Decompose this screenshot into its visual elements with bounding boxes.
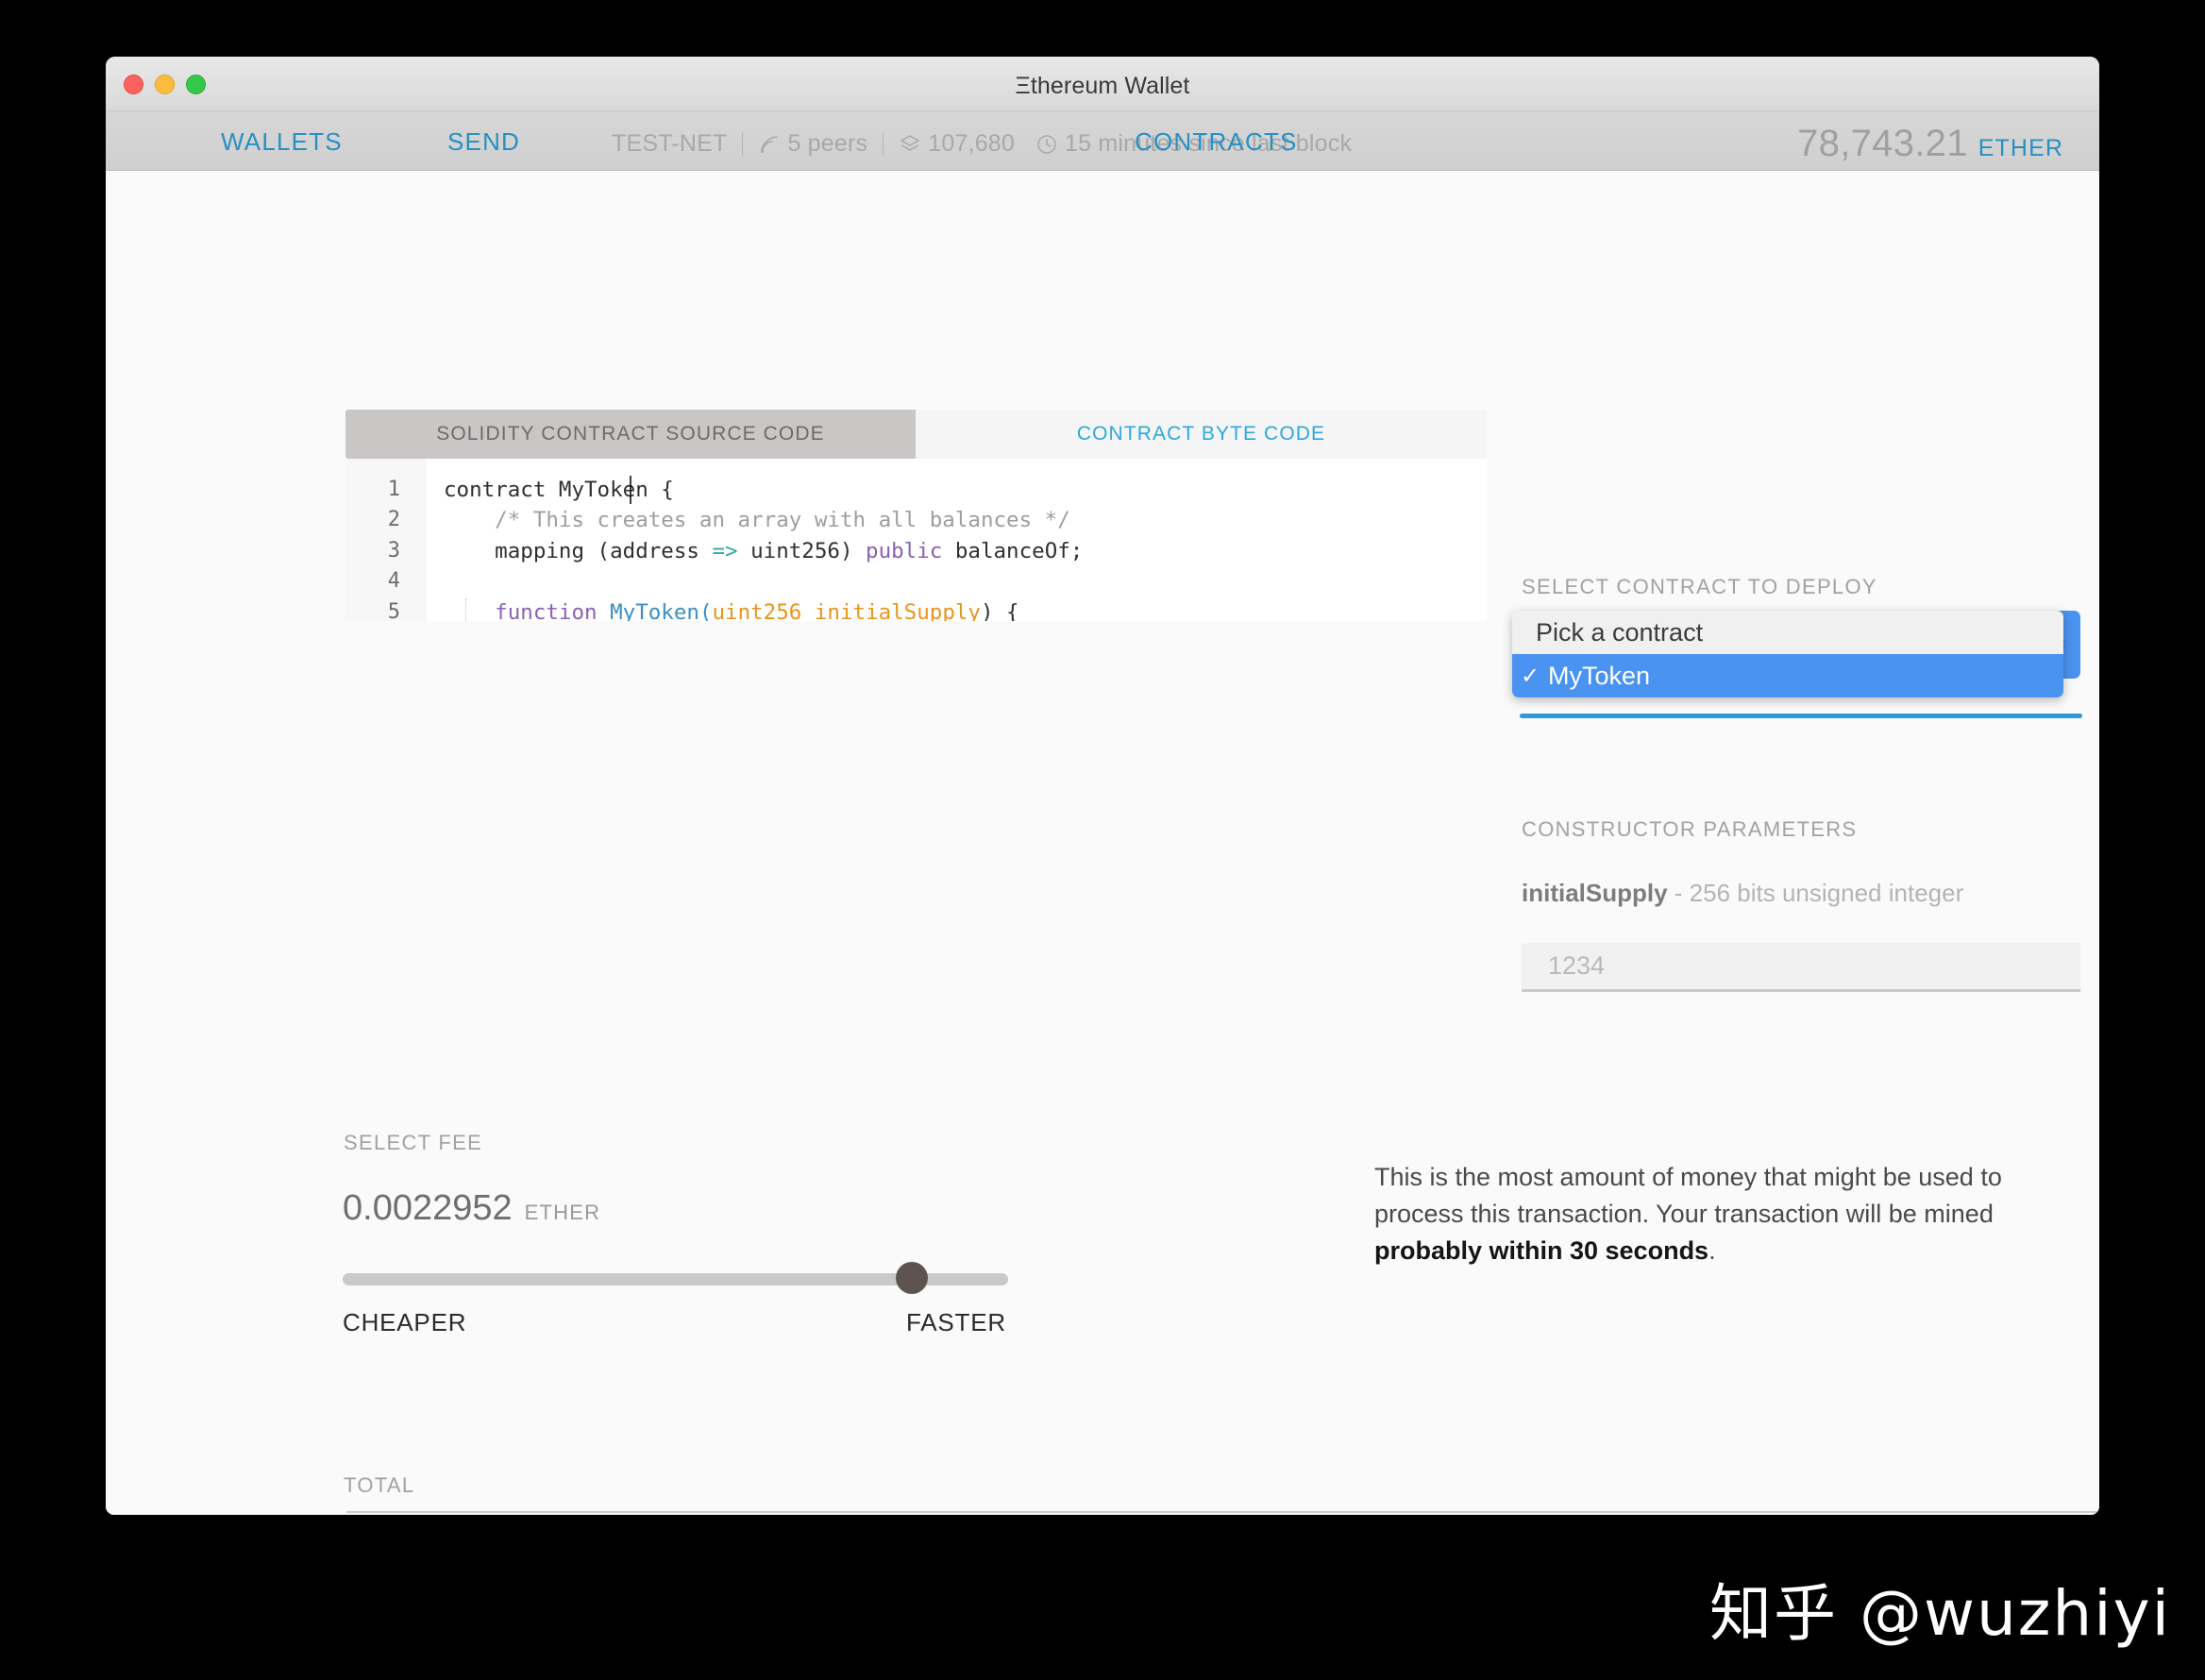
code-parameter: uint256 initialSupply (712, 599, 981, 621)
nav-item-send[interactable]: SEND (447, 127, 520, 157)
line-number: 2 (387, 508, 400, 532)
clock-icon (1035, 133, 1058, 156)
block-number-label: 107,680 (928, 130, 1016, 157)
code-tab-bar: SOLIDITY CONTRACT SOURCE CODE CONTRACT B… (345, 410, 1487, 459)
dropdown-option-label: Pick a contract (1536, 617, 1704, 647)
input-placeholder: 1234 (1548, 951, 1606, 980)
code-text: uint256) (737, 538, 867, 563)
window-titlebar: Ξthereum Wallet (106, 57, 2099, 111)
fee-unit: ETHER (524, 1201, 601, 1224)
dropdown-option-pick-a-contract[interactable]: Pick a contract (1512, 611, 2063, 654)
screenshot-root: Ξthereum Wallet WALLETS SEND TEST-NET 5 … (0, 0, 2205, 1680)
code-text: contract MyToken { (444, 478, 674, 502)
fee-slider[interactable] (343, 1262, 1008, 1294)
peers-count-label: 5 peers (787, 130, 868, 157)
nav-item-wallets[interactable]: WALLETS (221, 127, 343, 157)
code-text: mapping (address (444, 538, 713, 563)
select-contract-label: SELECT CONTRACT TO DEPLOY (1522, 575, 1877, 598)
indent-guide (465, 598, 467, 621)
layers-icon (899, 133, 921, 156)
code-text: ) { (980, 599, 1019, 621)
fee-explanation-part2: . (1708, 1236, 1716, 1265)
total-label: TOTAL (344, 1473, 415, 1497)
code-line-2: /* This creates an array with all balanc… (444, 508, 1070, 533)
code-text: ( (699, 599, 713, 621)
peers-status: 5 peers (758, 130, 867, 158)
account-balance: 78,743.21 ETHER (1797, 123, 2063, 165)
initial-supply-input[interactable]: 1234 (1522, 943, 2080, 992)
main-navbar: WALLETS SEND TEST-NET 5 peers 107,680 15… (106, 111, 2099, 171)
code-text: balanceOf; (942, 538, 1084, 563)
contract-dropdown-menu[interactable]: Pick a contract ✓ MyToken (1512, 611, 2063, 697)
status-divider-2 (883, 131, 884, 157)
tab-contract-byte-code[interactable]: CONTRACT BYTE CODE (916, 410, 1487, 459)
line-number: 1 (387, 478, 400, 501)
slider-label-faster: FASTER (906, 1308, 1006, 1336)
parameter-type: - 256 bits unsigned integer (1667, 879, 1964, 907)
text-caret (630, 476, 631, 504)
network-name-label: TEST-NET (612, 130, 728, 157)
solidity-code-editor[interactable]: 1 2 3 4 5 6 7 8 contract MyToken { /* Th… (345, 459, 1487, 621)
code-operator: => (712, 538, 738, 563)
parameter-name: initialSupply (1522, 879, 1668, 907)
fee-explanation-part1: This is the most amount of money that mi… (1374, 1163, 2002, 1228)
dropdown-option-label: MyToken (1548, 661, 1651, 690)
line-number: 5 (387, 599, 400, 621)
wifi-icon (758, 133, 781, 156)
code-line-3: mapping (address => uint256) public bala… (444, 536, 1487, 566)
fee-amount-display: 0.0022952 ETHER (343, 1188, 600, 1229)
code-line-1: contract MyToken { (444, 475, 1487, 505)
tab-solidity-source-code[interactable]: SOLIDITY CONTRACT SOURCE CODE (345, 410, 916, 459)
balance-unit: ETHER (1978, 135, 2063, 161)
select-focus-underline (1520, 714, 2082, 718)
select-fee-label: SELECT FEE (344, 1131, 483, 1154)
code-keyword: public (866, 538, 943, 563)
content-bottom-divider (346, 1511, 2099, 1513)
code-keyword: function (444, 599, 611, 621)
fee-explanation-text: This is the most amount of money that mi… (1374, 1159, 2063, 1269)
line-number: 3 (387, 538, 400, 563)
status-divider (742, 131, 744, 157)
fee-explanation-bold: probably within 30 seconds (1374, 1236, 1709, 1265)
constructor-parameters-label: CONSTRUCTOR PARAMETERS (1522, 817, 1858, 841)
dropdown-option-mytoken[interactable]: ✓ MyToken (1512, 654, 2063, 697)
code-function-name: MyToken (610, 599, 699, 621)
slider-label-cheaper: CHEAPER (343, 1308, 467, 1336)
watermark: 知乎 @wuzhiyi (1709, 1577, 2171, 1650)
parameter-description: initialSupply - 256 bits unsigned intege… (1522, 879, 1963, 908)
nav-item-contracts[interactable]: CONTRACTS (1135, 127, 1298, 157)
code-line-5: function MyToken(uint256 initialSupply) … (444, 597, 1487, 621)
editor-line-number-gutter: 1 2 3 4 5 6 7 8 (345, 459, 427, 621)
line-number: 4 (387, 569, 400, 594)
fee-slider-thumb[interactable] (896, 1262, 928, 1294)
window-title: Ξthereum Wallet (1015, 73, 1190, 99)
ethereum-wallet-window: Ξthereum Wallet WALLETS SEND TEST-NET 5 … (106, 57, 2099, 1515)
balance-amount: 78,743.21 (1797, 123, 1968, 164)
editor-code-area[interactable]: contract MyToken { /* This creates an ar… (427, 459, 1487, 621)
page-content: SOLIDITY CONTRACT SOURCE CODE CONTRACT B… (106, 171, 2099, 1515)
block-number-status: 107,680 (899, 130, 1015, 158)
fee-value: 0.0022952 (343, 1188, 513, 1228)
checkmark-icon: ✓ (1520, 663, 1540, 689)
